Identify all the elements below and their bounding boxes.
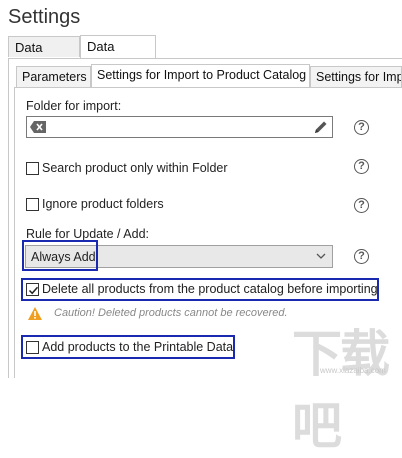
ignore-folders-checkbox[interactable] (26, 198, 39, 211)
tab-settings-import-catalog[interactable]: Settings for Import to Product Catalog (91, 64, 310, 88)
help-icon-search[interactable]: ? (354, 159, 369, 174)
folder-label: Folder for import: (26, 99, 122, 113)
watermark-url: www.xiazaiba.com (320, 366, 386, 375)
watermark-logo: 下载吧 (292, 326, 390, 454)
highlight-rule-select (22, 240, 98, 271)
help-icon-rule[interactable]: ? (354, 249, 369, 264)
caution-text: Caution! Deleted products cannot be reco… (54, 307, 288, 319)
add-printable-checkbox[interactable] (26, 341, 39, 354)
delete-all-label: Delete all products from the product cat… (42, 282, 378, 296)
delete-all-checkbox[interactable] (26, 283, 39, 296)
warning-icon (28, 307, 42, 320)
tab-parameters[interactable]: Parameters (16, 66, 91, 88)
clear-icon[interactable] (30, 121, 46, 133)
chevron-down-icon (316, 253, 326, 259)
ignore-folders-label: Ignore product folders (42, 197, 164, 211)
folder-input[interactable] (26, 116, 333, 138)
search-in-folder-label: Search product only within Folder (42, 161, 228, 175)
tab-settings-imp[interactable]: Settings for Imp (310, 66, 402, 88)
rule-label: Rule for Update / Add: (26, 227, 149, 241)
help-icon-folder[interactable]: ? (354, 120, 369, 135)
checkmark-icon (28, 286, 39, 295)
window-title: Settings (8, 6, 81, 28)
tab-data-import[interactable]: Data Import (80, 35, 156, 75)
pencil-icon[interactable] (313, 120, 328, 135)
search-in-folder-checkbox[interactable] (26, 162, 39, 175)
tab-data-read[interactable]: Data Read (8, 36, 80, 76)
help-icon-ignore[interactable]: ? (354, 198, 369, 213)
add-printable-label: Add products to the Printable Data (42, 340, 234, 354)
